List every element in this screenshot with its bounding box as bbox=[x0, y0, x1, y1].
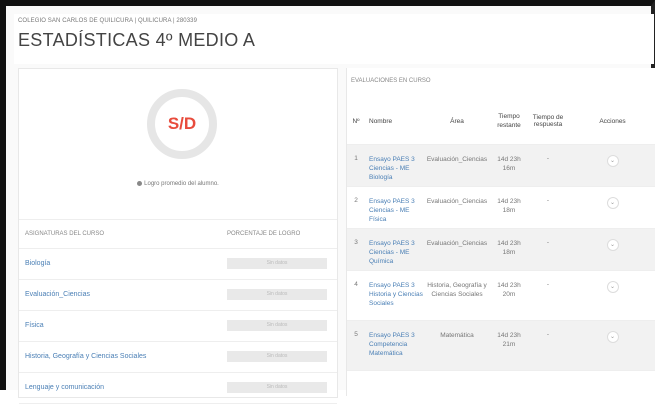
page-title: ESTADÍSTICAS 4º MEDIO A bbox=[18, 30, 256, 50]
evaluations-panel: EVALUACIONES EN CURSO Nº Nombre Área Tie… bbox=[346, 68, 655, 396]
window-frame: COLEGIO SAN CARLOS DE QUILICURA | QUILIC… bbox=[0, 0, 655, 404]
achievement-donut: S/D bbox=[147, 89, 217, 159]
subject-row[interactable]: Física Sin datos bbox=[19, 311, 337, 342]
subjects-table: ASIGNATURAS DEL CURSO PORCENTAJE DE LOGR… bbox=[19, 219, 337, 404]
info-icon bbox=[137, 181, 143, 186]
eval-area: Matemática bbox=[424, 320, 490, 371]
student-summary-panel: S/D Logro promedio del alumno. ASIGNATUR… bbox=[18, 68, 338, 404]
evaluations-header-row: Nº Nombre Área Tiempo restante Tiempo de… bbox=[347, 98, 655, 145]
eval-number: 2 bbox=[347, 186, 365, 229]
eval-time-left: 14d 23h 16m bbox=[490, 144, 528, 187]
evaluation-row: 2 Ensayo PAES 3 Ciencias - ME Física Eva… bbox=[347, 186, 655, 229]
eval-response-time: - bbox=[528, 320, 568, 371]
col-name: Nombre bbox=[365, 98, 424, 145]
eval-name-link[interactable]: Ensayo PAES 3 Competencia Matemática bbox=[365, 320, 424, 371]
eval-area: Evaluación_Ciencias bbox=[424, 144, 490, 187]
evaluation-row: 1 Ensayo PAES 3 Ciencias - ME Biología E… bbox=[347, 144, 655, 187]
eval-response-time: - bbox=[528, 270, 568, 321]
eval-area: Evaluación_Ciencias bbox=[424, 228, 490, 271]
subject-name[interactable]: Biología bbox=[25, 260, 50, 267]
achievement-value: S/D bbox=[167, 114, 197, 133]
evaluations-title: EVALUACIONES EN CURSO bbox=[351, 78, 431, 84]
achievement-hint: Logro promedio del alumno. bbox=[19, 181, 337, 187]
eval-number: 5 bbox=[347, 320, 365, 371]
subject-percent-bar: Sin datos bbox=[227, 258, 327, 269]
chevron-down-icon[interactable]: ⌄ bbox=[606, 281, 619, 293]
eval-number: 4 bbox=[347, 270, 365, 321]
eval-name-link[interactable]: Ensayo PAES 3 Ciencias - ME Biología bbox=[365, 144, 424, 187]
evaluation-row: 5 Ensayo PAES 3 Competencia Matemática M… bbox=[347, 320, 655, 371]
evaluation-row: 4 Ensayo PAES 3 Historia y Ciencias Soci… bbox=[347, 270, 655, 321]
chevron-down-icon[interactable]: ⌄ bbox=[606, 197, 619, 209]
eval-number: 1 bbox=[347, 144, 365, 187]
eval-area: Evaluación_Ciencias bbox=[424, 186, 490, 229]
subject-percent-bar: Sin datos bbox=[227, 289, 327, 300]
chevron-down-icon[interactable]: ⌄ bbox=[606, 155, 619, 167]
col-area: Área bbox=[424, 98, 490, 145]
breadcrumb: COLEGIO SAN CARLOS DE QUILICURA | QUILIC… bbox=[18, 18, 198, 24]
col-actions: Acciones bbox=[568, 98, 655, 145]
eval-response-time: - bbox=[528, 228, 568, 271]
col-time-left: Tiempo restante bbox=[490, 98, 528, 145]
eval-time-left: 14d 23h 18m bbox=[490, 186, 528, 229]
eval-response-time: - bbox=[528, 186, 568, 229]
col-number: Nº bbox=[347, 98, 365, 145]
chevron-down-icon[interactable]: ⌄ bbox=[606, 331, 619, 343]
subject-row[interactable]: Evaluación_Ciencias Sin datos bbox=[19, 280, 337, 311]
eval-time-left: 14d 23h 21m bbox=[490, 320, 528, 371]
chevron-down-icon[interactable]: ⌄ bbox=[606, 239, 619, 251]
eval-response-time: - bbox=[528, 144, 568, 187]
evaluations-table: Nº Nombre Área Tiempo restante Tiempo de… bbox=[347, 98, 655, 371]
subjects-col-percent: PORCENTAJE DE LOGRO bbox=[227, 231, 301, 237]
subject-percent-bar: Sin datos bbox=[227, 320, 327, 331]
eval-number: 3 bbox=[347, 228, 365, 271]
subject-row[interactable]: Lenguaje y comunicación Sin datos bbox=[19, 373, 337, 404]
evaluation-row: 3 Ensayo PAES 3 Ciencias - ME Química Ev… bbox=[347, 228, 655, 271]
eval-name-link[interactable]: Ensayo PAES 3 Historia y Ciencias Social… bbox=[365, 270, 424, 321]
eval-name-link[interactable]: Ensayo PAES 3 Ciencias - ME Física bbox=[365, 186, 424, 229]
subject-name[interactable]: Historia, Geografía y Ciencias Sociales bbox=[25, 353, 146, 360]
subjects-col-subject: ASIGNATURAS DEL CURSO bbox=[25, 231, 105, 237]
col-response-time: Tiempo de respuesta bbox=[528, 98, 568, 145]
subject-row[interactable]: Biología Sin datos bbox=[19, 249, 337, 280]
eval-area: Historia, Geografía y Ciencias Sociales bbox=[424, 270, 490, 321]
eval-time-left: 14d 23h 18m bbox=[490, 228, 528, 271]
subjects-table-header: ASIGNATURAS DEL CURSO PORCENTAJE DE LOGR… bbox=[19, 219, 337, 249]
subject-name[interactable]: Evaluación_Ciencias bbox=[25, 291, 90, 298]
subject-row[interactable]: Historia, Geografía y Ciencias Sociales … bbox=[19, 342, 337, 373]
eval-time-left: 14d 23h 20m bbox=[490, 270, 528, 321]
subject-percent-bar: Sin datos bbox=[227, 382, 327, 393]
achievement-hint-text: Logro promedio del alumno. bbox=[144, 181, 219, 188]
subject-percent-bar: Sin datos bbox=[227, 351, 327, 362]
eval-name-link[interactable]: Ensayo PAES 3 Ciencias - ME Química bbox=[365, 228, 424, 271]
subject-name[interactable]: Física bbox=[25, 322, 44, 329]
